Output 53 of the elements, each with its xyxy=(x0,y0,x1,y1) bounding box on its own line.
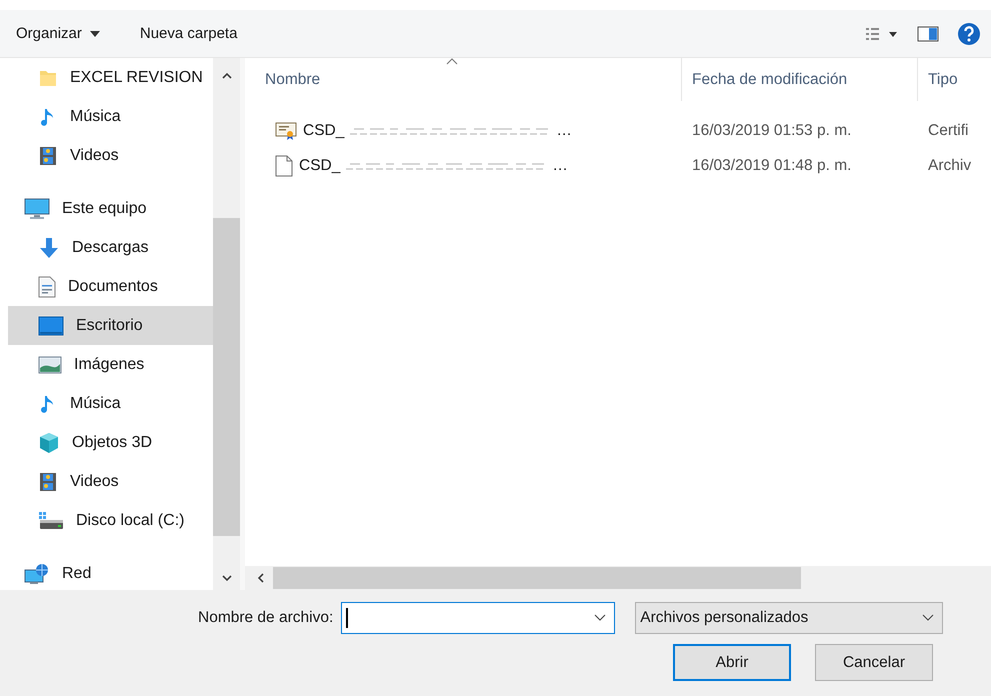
nav-item[interactable]: Disco local (C:) xyxy=(8,501,213,540)
file-name[interactable]: CSD_ xyxy=(303,122,344,140)
column-header[interactable]: Nombre xyxy=(245,58,682,101)
date-cell-text: 16/03/2019 01:48 p. m. xyxy=(691,156,852,174)
desktop-icon xyxy=(38,316,64,336)
type-cell-text: Archiv xyxy=(927,156,972,174)
chevron-down-icon xyxy=(594,614,606,622)
scroll-down-icon[interactable] xyxy=(220,574,232,582)
file-name[interactable]: CSD_ xyxy=(299,156,340,174)
cube-icon xyxy=(38,432,60,454)
document-icon xyxy=(38,276,56,298)
nav-item[interactable]: Escritorio xyxy=(8,306,213,345)
film-strip-icon xyxy=(38,146,58,166)
certificate-icon xyxy=(275,120,297,140)
nav-item[interactable]: Documentos xyxy=(8,267,213,306)
new-folder-button[interactable]: Nueva carpeta xyxy=(132,21,246,46)
ellipsis-text: … xyxy=(552,156,568,174)
vertical-scrollbar[interactable] xyxy=(213,58,240,590)
nav-item[interactable]: EXCEL REVISION xyxy=(8,58,213,97)
nav-item[interactable]: Imágenes xyxy=(8,345,213,384)
column-header[interactable]: Tipo xyxy=(918,58,991,101)
caret-icon xyxy=(90,30,100,36)
file-type-dropdown[interactable]: Archivos personalizados xyxy=(635,602,944,634)
date-cell-text: 16/03/2019 01:53 p. m. xyxy=(691,122,852,140)
chevron-down-icon xyxy=(922,614,934,622)
organize-menu-button[interactable]: Organizar xyxy=(8,21,108,46)
nav-item[interactable]: Este equipo xyxy=(8,189,213,228)
type-cell-text: Certifi xyxy=(927,122,970,140)
nav-item[interactable]: Objetos 3D xyxy=(8,423,213,462)
globe-monitor-icon xyxy=(24,562,50,584)
preview-pane-button[interactable] xyxy=(915,24,941,44)
scroll-up-icon[interactable] xyxy=(220,72,232,80)
scroll-left-icon[interactable] xyxy=(257,572,265,584)
nav-item[interactable]: Videos xyxy=(8,462,213,501)
monitor-icon xyxy=(24,198,50,220)
blank-file-icon xyxy=(275,154,293,176)
open-button[interactable]: Abrir xyxy=(673,644,791,681)
nav-item[interactable]: Música xyxy=(8,384,213,423)
filename-field[interactable] xyxy=(341,602,616,634)
nav-item[interactable]: Red xyxy=(8,554,213,590)
disk-drive-icon xyxy=(38,510,64,530)
nav-item[interactable]: Videos xyxy=(8,136,213,175)
cancel-button[interactable]: Cancelar xyxy=(815,644,933,681)
horizontal-scrollbar[interactable] xyxy=(245,566,991,590)
nav-item[interactable]: Música xyxy=(8,97,213,136)
column-header[interactable]: Fecha de modificación xyxy=(682,58,918,101)
filename-label: Nombre de archivo: xyxy=(198,609,334,627)
nav-item[interactable]: Descargas xyxy=(8,228,213,267)
text-cursor xyxy=(346,608,348,628)
ellipsis-text: … xyxy=(556,122,572,140)
landscape-image-icon xyxy=(38,356,62,374)
down-arrow-icon xyxy=(38,236,60,258)
film-strip-icon xyxy=(38,472,58,492)
